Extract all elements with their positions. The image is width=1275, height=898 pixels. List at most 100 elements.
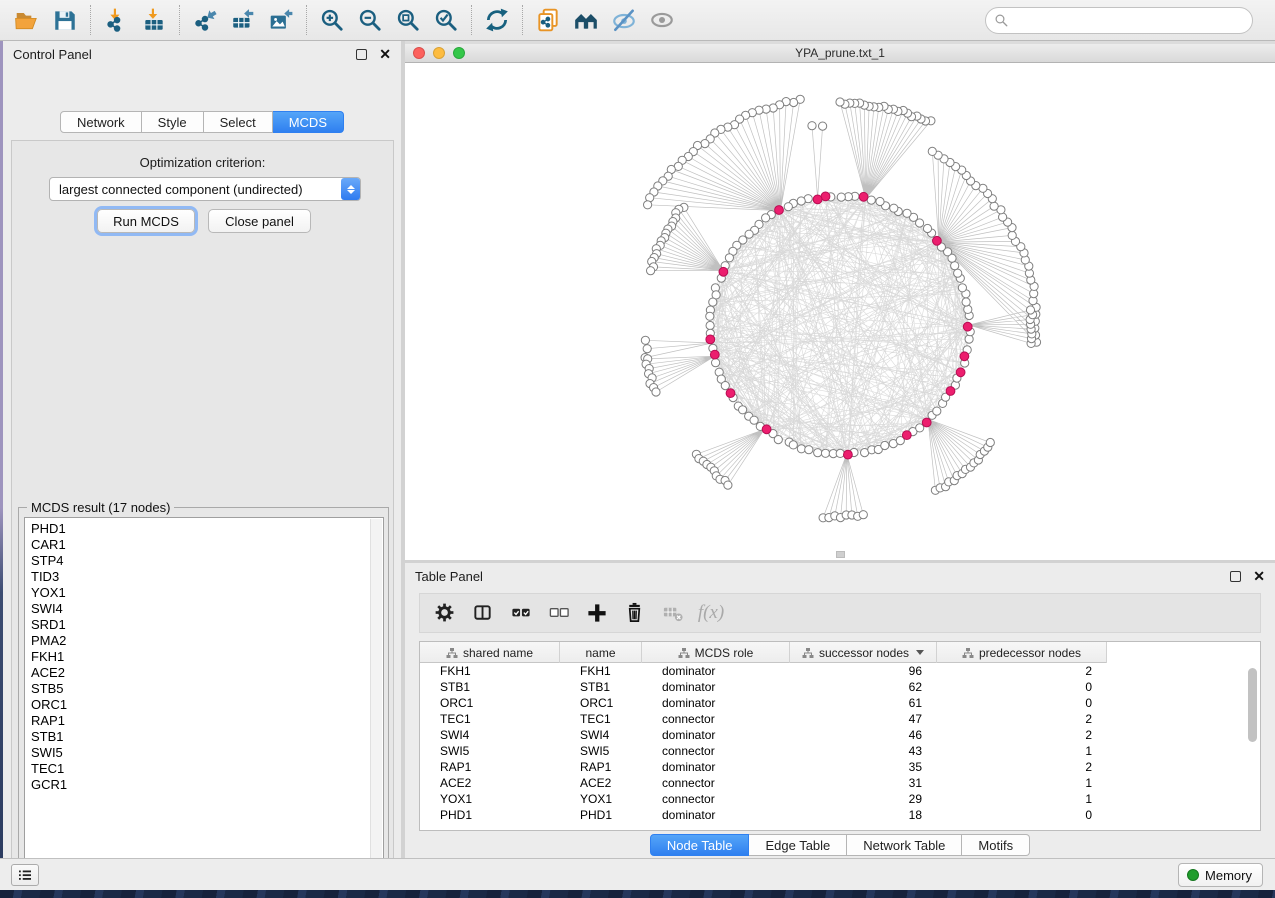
- tab-network[interactable]: Network: [60, 111, 142, 133]
- mcds-result-list[interactable]: PHD1CAR1STP4TID3YOX1SWI4SRD1PMA2FKH1ACE2…: [24, 517, 384, 873]
- mcds-result-item[interactable]: RAP1: [31, 713, 383, 729]
- cell-predecessor-nodes: 2: [937, 759, 1107, 775]
- zoom-selected-button[interactable]: [427, 3, 465, 37]
- cell-MCDS-role: dominator: [642, 727, 790, 743]
- splitter-grip[interactable]: [836, 551, 845, 558]
- zoom-out-button[interactable]: [351, 3, 389, 37]
- duplicate-network-button[interactable]: [529, 3, 567, 37]
- show-all-button[interactable]: [643, 3, 681, 37]
- mcds-result-item[interactable]: TID3: [31, 569, 383, 585]
- mcds-result-item[interactable]: GCR1: [31, 777, 383, 793]
- table-row[interactable]: SWI4SWI4dominator462: [420, 727, 1260, 743]
- search-icon: [994, 13, 1009, 28]
- mcds-result-item[interactable]: STB5: [31, 681, 383, 697]
- mcds-result-item[interactable]: ORC1: [31, 697, 383, 713]
- memory-status-icon: [1187, 869, 1199, 881]
- mcds-result-item[interactable]: TEC1: [31, 761, 383, 777]
- column-header-name[interactable]: name: [560, 642, 642, 663]
- cell-MCDS-role: connector: [642, 775, 790, 791]
- table-row[interactable]: FKH1FKH1dominator962: [420, 663, 1260, 679]
- table-row[interactable]: ACE2ACE2connector311: [420, 775, 1260, 791]
- cell-predecessor-nodes: 1: [937, 743, 1107, 759]
- tab-network-table[interactable]: Network Table: [847, 834, 962, 856]
- cell-successor-nodes: 61: [790, 695, 937, 711]
- hide-selected-button[interactable]: [605, 3, 643, 37]
- mcds-result-item[interactable]: CAR1: [31, 537, 383, 553]
- cell-name: ORC1: [560, 695, 642, 711]
- table-panel-header: Table Panel ✕: [405, 563, 1275, 590]
- mcds-result-item[interactable]: SRD1: [31, 617, 383, 633]
- mcds-result-item[interactable]: FKH1: [31, 649, 383, 665]
- tab-select[interactable]: Select: [204, 111, 273, 133]
- table-row[interactable]: PHD1PHD1dominator180: [420, 807, 1260, 823]
- mcds-result-item[interactable]: STB1: [31, 729, 383, 745]
- desktop-wallpaper-strip: [0, 890, 1275, 898]
- first-neighbors-button[interactable]: [567, 3, 605, 37]
- toolbar-separator: [471, 5, 472, 35]
- table-row[interactable]: ORC1ORC1dominator610: [420, 695, 1260, 711]
- close-panel-icon[interactable]: ✕: [379, 49, 391, 60]
- zoom-in-icon: [319, 7, 345, 33]
- table-row[interactable]: STB1STB1dominator620: [420, 679, 1260, 695]
- column-header-predecessor-nodes[interactable]: predecessor nodes: [937, 642, 1107, 663]
- refresh-layout-button[interactable]: [478, 3, 516, 37]
- header-filler: [1107, 642, 1260, 663]
- mcds-result-item[interactable]: ACE2: [31, 665, 383, 681]
- close-panel-icon[interactable]: ✕: [1253, 571, 1265, 582]
- show-panels-button[interactable]: [11, 864, 39, 886]
- show-columns-button[interactable]: [466, 597, 500, 629]
- export-image-button[interactable]: [262, 3, 300, 37]
- tab-style[interactable]: Style: [142, 111, 204, 133]
- cell-successor-nodes: 47: [790, 711, 937, 727]
- column-label: name: [585, 646, 615, 660]
- table-settings-button[interactable]: [428, 597, 462, 629]
- tab-mcds[interactable]: MCDS: [273, 111, 344, 133]
- tab-motifs[interactable]: Motifs: [962, 834, 1030, 856]
- mcds-result-item[interactable]: YOX1: [31, 585, 383, 601]
- delete-table-button[interactable]: [656, 597, 690, 629]
- add-entry-button[interactable]: [580, 597, 614, 629]
- mcds-list-scrollbar[interactable]: [370, 519, 382, 873]
- export-table-button[interactable]: [224, 3, 262, 37]
- column-header-successor-nodes[interactable]: successor nodes: [790, 642, 937, 663]
- open-file-button[interactable]: [8, 3, 46, 37]
- delete-entry-button[interactable]: [618, 597, 652, 629]
- memory-button[interactable]: Memory: [1178, 863, 1263, 887]
- float-window-icon[interactable]: [1230, 571, 1241, 582]
- network-canvas[interactable]: [405, 63, 1275, 560]
- float-window-icon[interactable]: [356, 49, 367, 60]
- table-scrollbar-thumb[interactable]: [1248, 668, 1257, 742]
- close-panel-button[interactable]: Close panel: [208, 209, 311, 233]
- mcds-result-item[interactable]: STP4: [31, 553, 383, 569]
- table-row[interactable]: YOX1YOX1connector291: [420, 791, 1260, 807]
- select-all-button[interactable]: [504, 597, 538, 629]
- cell-successor-nodes: 35: [790, 759, 937, 775]
- mcds-result-item[interactable]: PMA2: [31, 633, 383, 649]
- zoom-in-button[interactable]: [313, 3, 351, 37]
- sort-desc-icon: [916, 650, 924, 655]
- zoom-fit-button[interactable]: [389, 3, 427, 37]
- export-network-icon: [192, 7, 218, 33]
- export-network-button[interactable]: [186, 3, 224, 37]
- save-session-button[interactable]: [46, 3, 84, 37]
- deselect-all-button[interactable]: [542, 597, 576, 629]
- column-header-shared-name[interactable]: shared name: [420, 642, 560, 663]
- column-header-MCDS-role[interactable]: MCDS role: [642, 642, 790, 663]
- search-input[interactable]: [1009, 10, 1252, 32]
- cell-name: SWI4: [560, 727, 642, 743]
- tab-node-table[interactable]: Node Table: [650, 834, 750, 856]
- table-row[interactable]: TEC1TEC1connector472: [420, 711, 1260, 727]
- run-mcds-button[interactable]: Run MCDS: [97, 209, 195, 233]
- criterion-select[interactable]: largest connected component (undirected): [49, 177, 361, 201]
- mcds-result-item[interactable]: SWI5: [31, 745, 383, 761]
- node-table: shared name name MCDS rolesuccessor nodesp…: [419, 641, 1261, 831]
- table-row[interactable]: SWI5SWI5connector431: [420, 743, 1260, 759]
- tab-edge-table[interactable]: Edge Table: [749, 834, 847, 856]
- table-row[interactable]: RAP1RAP1dominator352: [420, 759, 1260, 775]
- mcds-result-item[interactable]: PHD1: [31, 521, 383, 537]
- import-table-button[interactable]: [135, 3, 173, 37]
- cell-predecessor-nodes: 1: [937, 791, 1107, 807]
- function-builder-button[interactable]: f(x): [694, 597, 728, 629]
- mcds-result-item[interactable]: SWI4: [31, 601, 383, 617]
- import-network-button[interactable]: [97, 3, 135, 37]
